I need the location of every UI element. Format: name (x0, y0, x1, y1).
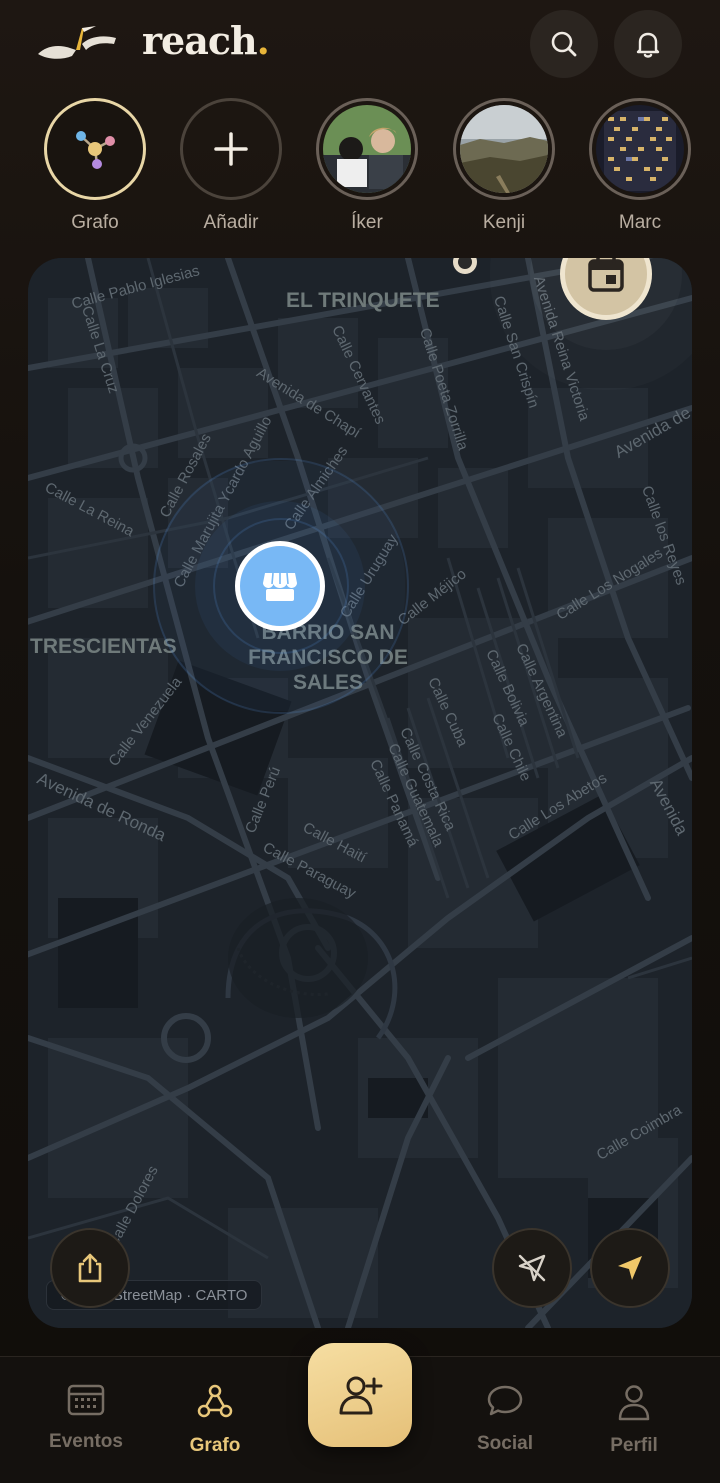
neighborhood-label: TRESCIENTAS (30, 635, 177, 658)
map-view[interactable]: EL TRINQUETE BARRIO SAN FRANCISCO DE SAL… (28, 258, 692, 1328)
add-friend-button[interactable] (308, 1343, 412, 1447)
plus-icon (214, 132, 248, 166)
story-ring (453, 98, 555, 200)
avatar (596, 105, 684, 193)
my-location-button[interactable] (590, 1228, 670, 1308)
calendar-icon (67, 1384, 105, 1416)
graph-icon (197, 1384, 233, 1418)
search-icon (551, 31, 577, 57)
logo-text: reach. (142, 18, 270, 63)
search-button[interactable] (530, 10, 598, 78)
story-ring (44, 98, 146, 200)
story-ring (180, 98, 282, 200)
nav-item-grafo[interactable]: Grafo (155, 1383, 275, 1457)
add-user-icon (339, 1376, 383, 1415)
avatar (460, 105, 548, 193)
story-grafo[interactable]: Grafo (43, 98, 147, 234)
story-marc[interactable]: Marc (588, 98, 692, 234)
stories-row: Grafo Añadir Íker Kenji Marc (0, 98, 720, 248)
location-off-icon (518, 1254, 546, 1282)
share-icon (78, 1253, 102, 1283)
store-icon (263, 572, 297, 601)
story-iker[interactable]: Íker (315, 98, 419, 234)
nav-label: Grafo (189, 1435, 241, 1456)
neighborhood-label: EL TRINQUETE (286, 289, 440, 312)
story-label: Grafo (71, 212, 119, 233)
nav-label: Eventos (49, 1431, 123, 1452)
notifications-button[interactable] (614, 10, 682, 78)
user-icon (618, 1385, 650, 1421)
story-label: Kenji (482, 212, 526, 233)
nav-item-perfil[interactable]: Perfil (574, 1383, 694, 1457)
graph-icon (76, 131, 115, 169)
story-ring (589, 98, 691, 200)
chat-icon (487, 1385, 523, 1416)
story-label: Íker (351, 212, 383, 233)
calendar-icon (588, 258, 624, 292)
story-label: Añadir (203, 212, 259, 233)
avatar (323, 105, 411, 193)
app-header: reach. (0, 0, 720, 95)
nav-label: Social (477, 1433, 533, 1454)
story-ring (316, 98, 418, 200)
bottom-nav: Eventos Grafo Social Perfil (0, 1343, 720, 1483)
logo-dot: . (256, 18, 270, 63)
story-label: Marc (618, 212, 662, 233)
bell-icon (636, 32, 660, 58)
location-off-button[interactable] (492, 1228, 572, 1308)
story-add[interactable]: Añadir (179, 98, 283, 234)
logo-icon (36, 20, 120, 64)
logo-name: reach (142, 18, 258, 63)
story-kenji[interactable]: Kenji (452, 98, 556, 234)
map-poi-marker[interactable] (235, 541, 325, 631)
nav-item-eventos[interactable]: Eventos (26, 1383, 146, 1453)
share-button[interactable] (50, 1228, 130, 1308)
nav-label: Perfil (610, 1435, 658, 1456)
nav-item-social[interactable]: Social (445, 1383, 565, 1455)
navigation-icon (618, 1256, 642, 1280)
